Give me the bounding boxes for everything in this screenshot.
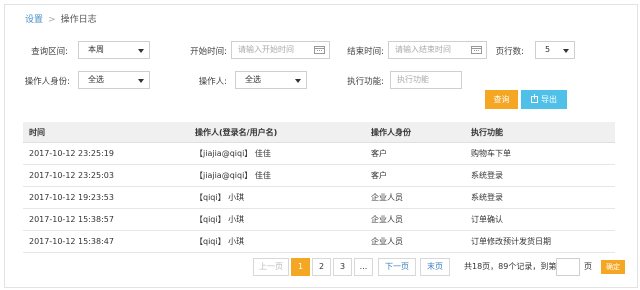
query-button[interactable]: 查询 xyxy=(485,90,518,109)
cell-function: 系统登录 xyxy=(465,164,615,187)
cell-identity: 客户 xyxy=(365,164,465,187)
calendar-icon[interactable] xyxy=(314,46,325,54)
start-time-label: 开始时间: xyxy=(190,47,227,57)
cell-operator: 【qiqi】 小琪 xyxy=(189,230,365,253)
range-label: 查询区间: xyxy=(31,47,68,57)
identity-select[interactable]: 全选 xyxy=(78,71,150,89)
end-time-label: 结束时间: xyxy=(347,47,384,57)
chevron-down-icon xyxy=(138,79,144,83)
page-suffix: 页 xyxy=(584,262,592,271)
page-size-label: 页行数: xyxy=(495,47,524,57)
breadcrumb-separator-icon: > xyxy=(48,15,56,25)
cell-identity: 企业人员 xyxy=(365,208,465,231)
table-row: 2017-10-12 19:23:53 【qiqi】 小琪 企业人员 系统登录 xyxy=(23,186,615,209)
table-row: 2017-10-12 23:25:19 【jiajia@qiqi】 佳佳 客户 … xyxy=(23,142,615,165)
cell-operator: 【jiajia@qiqi】 佳佳 xyxy=(189,142,365,165)
start-time-input[interactable]: 请输入开始时间 xyxy=(231,41,330,59)
cell-identity: 企业人员 xyxy=(365,186,465,209)
cell-operator: 【qiqi】 小琪 xyxy=(189,186,365,209)
export-button[interactable]: 导出 xyxy=(521,90,567,109)
table-header-row: 时间 操作人(登录名/用户名) 操作人身份 执行功能 xyxy=(23,122,615,143)
column-header-operator: 操作人(登录名/用户名) xyxy=(189,122,365,143)
confirm-jump-button[interactable]: 确定 xyxy=(601,260,625,274)
chevron-down-icon xyxy=(138,49,144,53)
cell-operator: 【jiajia@qiqi】 佳佳 xyxy=(189,164,365,187)
page-button-3[interactable]: 3 xyxy=(333,258,352,276)
page-button-2[interactable]: 2 xyxy=(312,258,331,276)
cell-time: 2017-10-12 23:25:19 xyxy=(23,142,189,165)
chevron-down-icon xyxy=(295,79,301,83)
cell-operator: 【qiqi】 小琪 xyxy=(189,208,365,231)
page-ellipsis: ... xyxy=(354,258,373,276)
breadcrumb: 设置 > 操作日志 xyxy=(25,12,97,25)
pagination: 上一页 1 2 3 ... 下一页 末页 共18页，89个记录，到第 页 确定 xyxy=(0,258,640,276)
operator-label: 操作人: xyxy=(198,77,227,87)
table-row: 2017-10-12 23:25:03 【jiajia@qiqi】 佳佳 客户 … xyxy=(23,164,615,187)
cell-function: 系统登录 xyxy=(465,186,615,209)
jump-page-input[interactable] xyxy=(556,258,580,276)
identity-label: 操作人身份: xyxy=(24,77,70,87)
column-header-time: 时间 xyxy=(23,122,189,143)
page-button-1[interactable]: 1 xyxy=(291,258,310,276)
cell-time: 2017-10-12 23:25:03 xyxy=(23,164,189,187)
column-header-identity: 操作人身份 xyxy=(365,122,465,143)
cell-function: 购物车下单 xyxy=(465,142,615,165)
cell-identity: 客户 xyxy=(365,142,465,165)
breadcrumb-settings-link[interactable]: 设置 xyxy=(25,15,43,25)
export-icon xyxy=(531,94,538,103)
cell-time: 2017-10-12 15:38:57 xyxy=(23,208,189,231)
next-page-button[interactable]: 下一页 xyxy=(378,258,416,276)
chevron-down-icon xyxy=(563,49,569,53)
prev-page-button[interactable]: 上一页 xyxy=(253,258,289,276)
end-time-input[interactable]: 请输入结束时间 xyxy=(388,41,487,59)
function-input[interactable]: 执行功能 xyxy=(390,71,462,89)
table-row: 2017-10-12 15:38:57 【qiqi】 小琪 企业人员 订单确认 xyxy=(23,208,615,231)
cell-function: 订单确认 xyxy=(465,208,615,231)
cell-identity: 企业人员 xyxy=(365,230,465,253)
last-page-button[interactable]: 末页 xyxy=(420,258,450,276)
calendar-icon[interactable] xyxy=(471,46,482,54)
operator-select[interactable]: 全选 xyxy=(235,71,307,89)
function-label: 执行功能: xyxy=(347,77,384,87)
pagination-summary: 共18页，89个记录，到第 xyxy=(464,262,557,271)
cell-time: 2017-10-12 19:23:53 xyxy=(23,186,189,209)
column-header-function: 执行功能 xyxy=(465,122,615,143)
breadcrumb-current: 操作日志 xyxy=(60,15,97,25)
cell-time: 2017-10-12 15:38:47 xyxy=(23,230,189,253)
cell-function: 订单修改预计发货日期 xyxy=(465,230,615,253)
log-table: 时间 操作人(登录名/用户名) 操作人身份 执行功能 2017-10-12 23… xyxy=(23,122,615,253)
range-select[interactable]: 本周 xyxy=(78,41,150,59)
table-row: 2017-10-12 15:38:47 【qiqi】 小琪 企业人员 订单修改预… xyxy=(23,230,615,253)
page-size-select[interactable]: 5 xyxy=(535,41,575,59)
